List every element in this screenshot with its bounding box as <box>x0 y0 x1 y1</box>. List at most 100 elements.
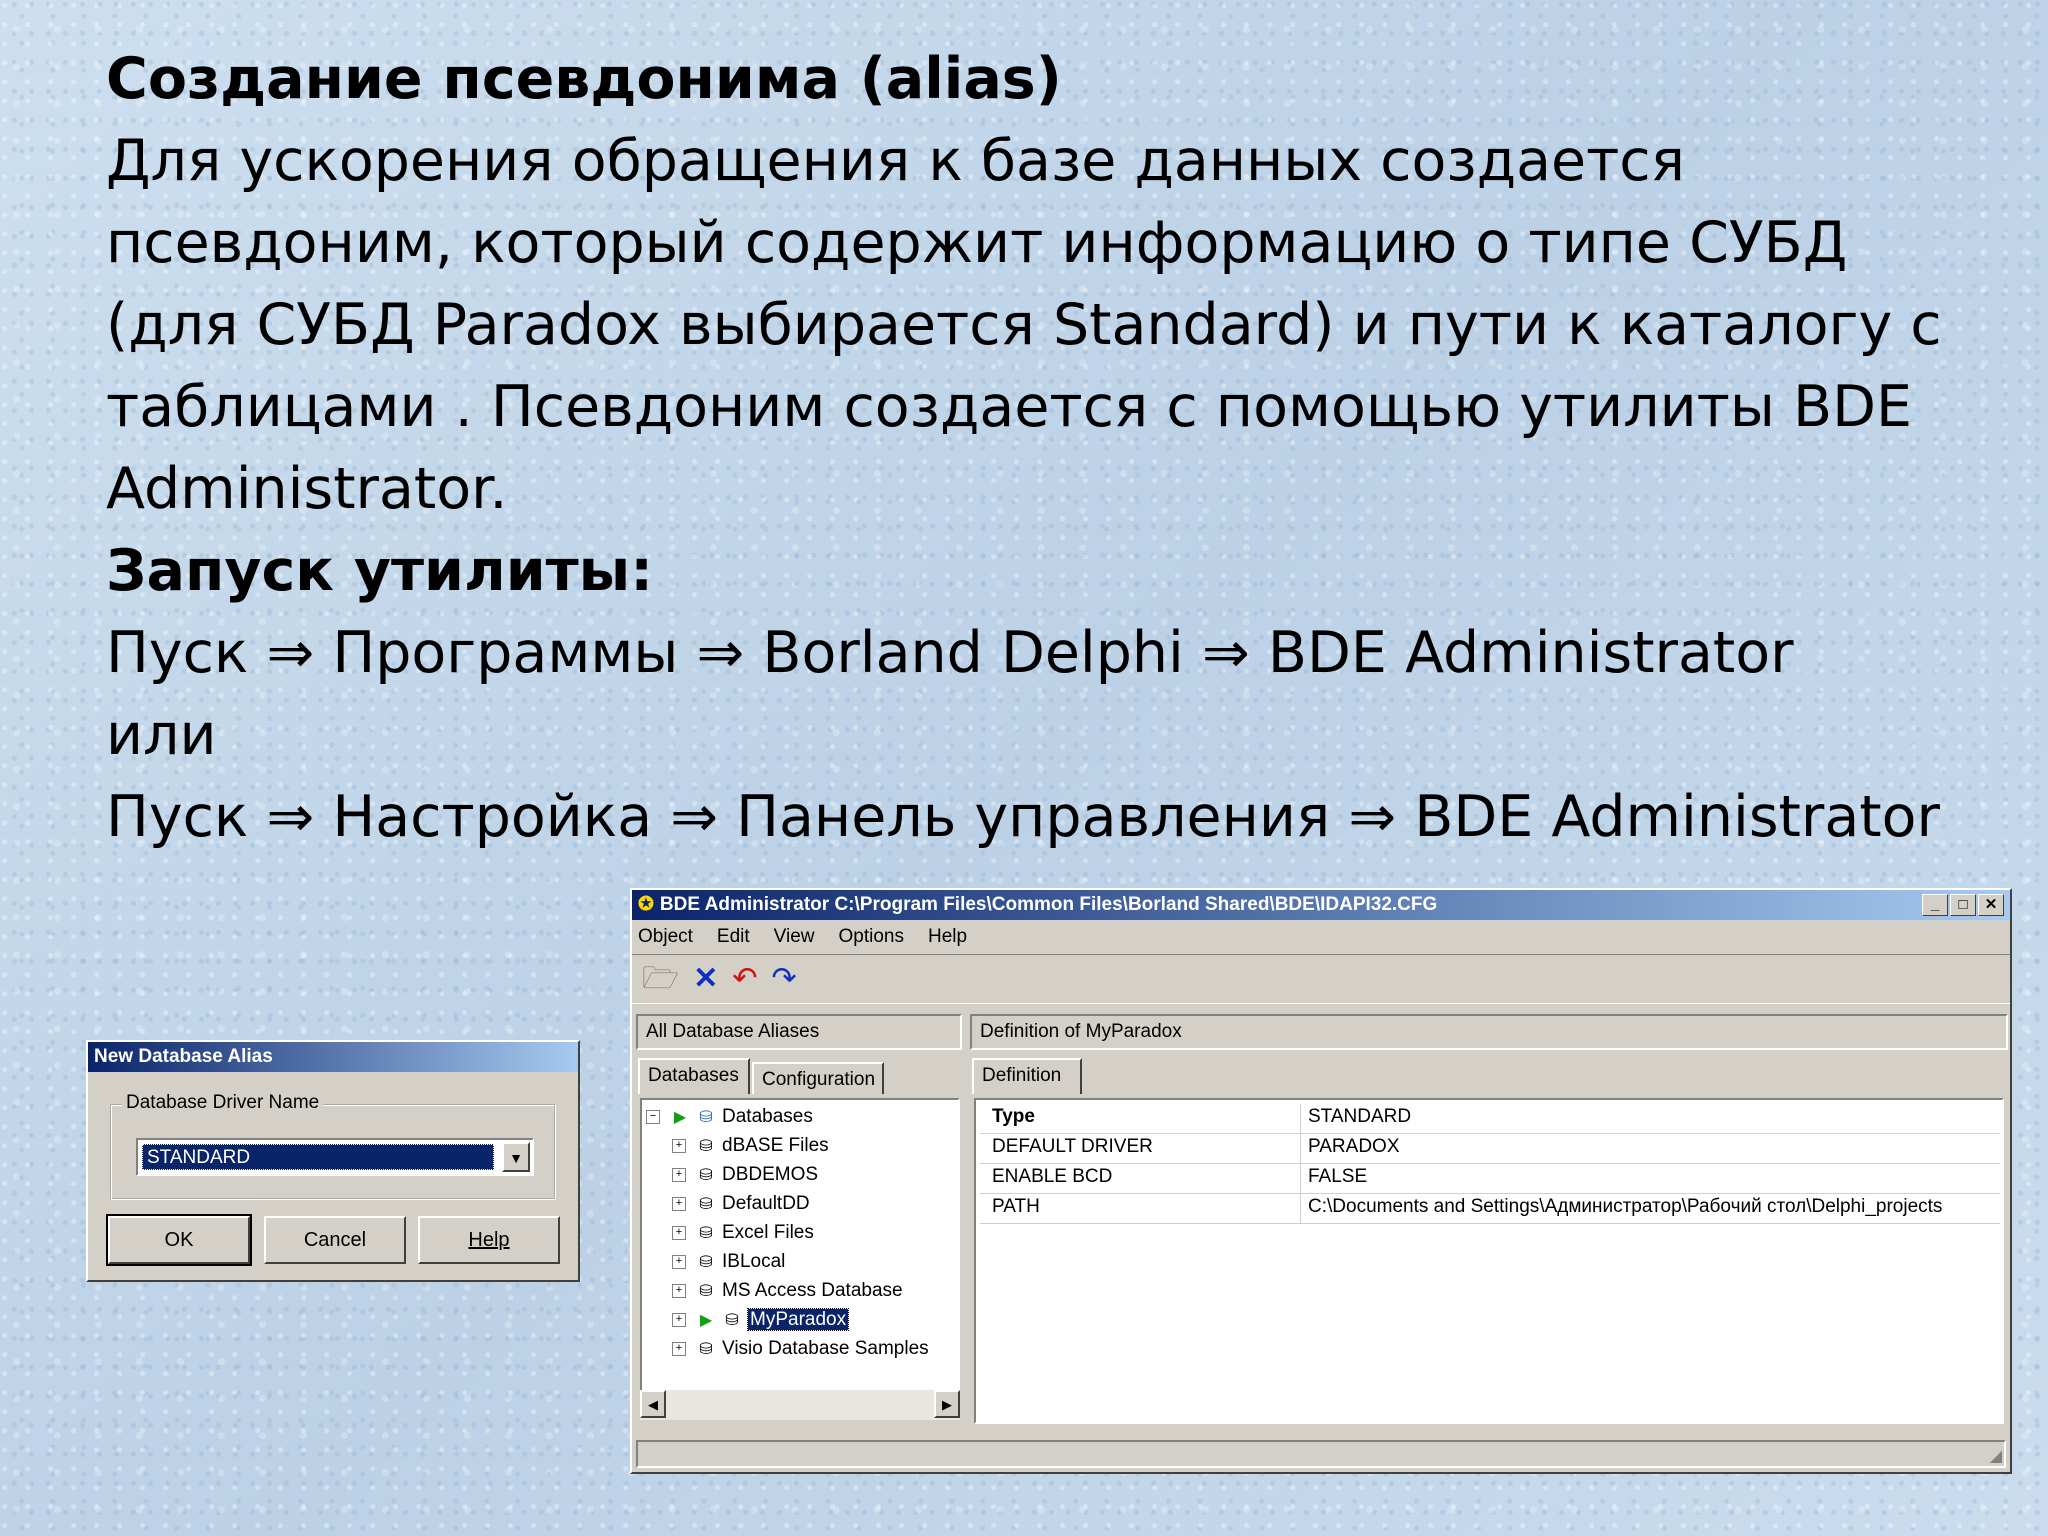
menu-options[interactable]: Options <box>839 920 904 954</box>
cancel-button[interactable]: Cancel <box>264 1216 406 1264</box>
expand-icon[interactable]: + <box>672 1312 686 1327</box>
close-icon[interactable]: ✕ <box>1978 894 2004 916</box>
tree-item-label: dBASE Files <box>722 1135 829 1156</box>
slide-heading: Создание псевдонима (alias) <box>106 46 1062 112</box>
definition-key: Type <box>992 1106 1035 1127</box>
tab-definition[interactable]: Definition <box>972 1058 1082 1094</box>
definition-row[interactable]: ENABLE BCD FALSE <box>980 1164 2000 1194</box>
databases-icon: ⛁ <box>699 1109 713 1126</box>
definition-value[interactable]: FALSE <box>1308 1166 1367 1188</box>
app-icon: ✪ <box>638 894 654 915</box>
tree-item-label: Excel Files <box>722 1222 814 1243</box>
definition-grid[interactable]: Type STANDARD DEFAULT DRIVER PARADOX ENABL… <box>974 1098 2004 1424</box>
ok-button[interactable]: OK <box>106 1214 252 1266</box>
database-tree[interactable]: − ▶ ⛁ Databases + ⛁ dBASE Files + ⛁ DBDEMOS + ⛁ D… <box>640 1098 960 1420</box>
tree-item[interactable]: + ⛁ Visio Database Samples <box>672 1336 929 1362</box>
database-icon: ⛁ <box>699 1138 713 1155</box>
driver-name-value: STANDARD <box>142 1144 494 1170</box>
expand-icon[interactable]: + <box>672 1341 686 1356</box>
tree-item-label: MS Access Database <box>722 1280 903 1301</box>
launch-path-2: Пуск ⇒ Настройка ⇒ Панель управления ⇒ B… <box>106 784 1940 850</box>
tree-root-label: Databases <box>722 1106 813 1127</box>
database-icon: ⛁ <box>725 1312 739 1329</box>
tab-databases[interactable]: Databases <box>638 1058 750 1094</box>
menu-help[interactable]: Help <box>928 920 967 954</box>
expand-icon[interactable]: + <box>672 1254 686 1269</box>
column-divider <box>1300 1104 1301 1133</box>
tree-item-label: IBLocal <box>722 1251 786 1272</box>
driver-name-combo[interactable]: STANDARD ▼ <box>136 1138 534 1176</box>
expand-icon[interactable]: + <box>672 1138 686 1153</box>
slide-text: Создание псевдонима (alias) Для ускорени… <box>106 38 1986 858</box>
definition-key: DEFAULT DRIVER <box>992 1136 1153 1157</box>
alias-dialog-titlebar[interactable]: New Database Alias <box>88 1042 578 1072</box>
slide-paragraph: Для ускорения обращения к базе данных со… <box>106 128 1942 522</box>
minimize-icon[interactable]: _ <box>1922 894 1948 916</box>
maximize-icon[interactable]: □ <box>1950 894 1976 916</box>
help-button[interactable]: Help <box>418 1216 560 1264</box>
tree-item[interactable]: + ⛁ DBDEMOS <box>672 1162 818 1188</box>
tree-horizontal-scrollbar[interactable]: ◀ ▶ <box>640 1390 960 1420</box>
tree-item-label: DBDEMOS <box>722 1164 819 1185</box>
database-icon: ⛁ <box>699 1225 713 1242</box>
column-divider <box>1300 1164 1301 1193</box>
active-node-icon: ▶ <box>699 1312 713 1329</box>
expand-icon[interactable]: + <box>672 1167 686 1182</box>
tree-item[interactable]: + ⛁ DefaultDD <box>672 1191 810 1217</box>
right-panel-header: Definition of MyParadox <box>970 1014 2008 1050</box>
menu-view[interactable]: View <box>774 920 815 954</box>
alias-dialog-title: New Database Alias <box>94 1046 273 1067</box>
tree-root[interactable]: − ▶ ⛁ Databases <box>646 1104 813 1130</box>
open-folder-icon[interactable]: 🗁 <box>642 959 679 999</box>
expand-icon[interactable]: + <box>672 1225 686 1240</box>
launch-path-1: Пуск ⇒ Программы ⇒ Borland Delphi ⇒ BDE … <box>106 620 1794 686</box>
definition-key: ENABLE BCD <box>992 1166 1113 1187</box>
tree-item-label: DefaultDD <box>722 1193 810 1214</box>
undo-icon[interactable]: ↶ <box>732 959 757 999</box>
column-divider <box>1300 1194 1301 1223</box>
status-bar: ◢ <box>636 1440 2006 1468</box>
bde-titlebar[interactable]: ✪ BDE Administrator C:\Program Files\Comm… <box>632 890 2010 920</box>
definition-value[interactable]: PARADOX <box>1308 1136 1400 1158</box>
tree-item[interactable]: + ⛁ Excel Files <box>672 1220 814 1246</box>
tab-configuration[interactable]: Configuration <box>752 1062 884 1094</box>
delete-icon[interactable]: ✕ <box>693 959 718 999</box>
database-icon: ⛁ <box>699 1341 713 1358</box>
launch-or: или <box>106 702 217 768</box>
slide-subheading: Запуск утилиты: <box>106 538 654 604</box>
definition-key: PATH <box>992 1196 1040 1217</box>
redo-icon[interactable]: ↷ <box>771 959 796 999</box>
tree-item[interactable]: + ⛁ MS Access Database <box>672 1278 903 1304</box>
column-divider <box>1300 1134 1301 1163</box>
chevron-down-icon[interactable]: ▼ <box>502 1142 530 1172</box>
definition-row[interactable]: Type STANDARD <box>980 1104 2000 1134</box>
database-icon: ⛁ <box>699 1167 713 1184</box>
bde-admin-window: ✪ BDE Administrator C:\Program Files\Comm… <box>630 888 2012 1474</box>
database-icon: ⛁ <box>699 1283 713 1300</box>
expand-icon[interactable]: + <box>672 1196 686 1211</box>
collapse-icon[interactable]: − <box>646 1109 660 1124</box>
scroll-right-icon[interactable]: ▶ <box>934 1390 960 1418</box>
driver-group-label: Database Driver Name <box>122 1092 324 1114</box>
tree-item-selected[interactable]: + ▶ ⛁ MyParadox <box>672 1307 850 1333</box>
tree-item[interactable]: + ⛁ dBASE Files <box>672 1133 829 1159</box>
tree-item[interactable]: + ⛁ IBLocal <box>672 1249 785 1275</box>
tree-item-label: MyParadox <box>746 1308 850 1331</box>
bde-title: BDE Administrator C:\Program Files\Commo… <box>659 894 1438 915</box>
menubar: Object Edit View Options Help <box>632 920 2010 954</box>
tree-item-label: Visio Database Samples <box>722 1338 929 1359</box>
open-node-icon: ▶ <box>673 1109 687 1126</box>
database-icon: ⛁ <box>699 1254 713 1271</box>
database-icon: ⛁ <box>699 1196 713 1213</box>
definition-row[interactable]: DEFAULT DRIVER PARADOX <box>980 1134 2000 1164</box>
expand-icon[interactable]: + <box>672 1283 686 1298</box>
menu-object[interactable]: Object <box>638 920 693 954</box>
toolbar: 🗁 ✕ ↶ ↷ <box>632 954 2010 1004</box>
left-panel-header: All Database Aliases <box>636 1014 962 1050</box>
definition-row[interactable]: PATH C:\Documents and Settings\Администра… <box>980 1194 2000 1224</box>
scroll-left-icon[interactable]: ◀ <box>640 1390 666 1418</box>
definition-value[interactable]: C:\Documents and Settings\Администратор\… <box>1308 1196 1942 1218</box>
menu-edit[interactable]: Edit <box>717 920 750 954</box>
definition-value[interactable]: STANDARD <box>1308 1106 1411 1128</box>
resize-grip-icon[interactable]: ◢ <box>1990 1446 2002 1466</box>
